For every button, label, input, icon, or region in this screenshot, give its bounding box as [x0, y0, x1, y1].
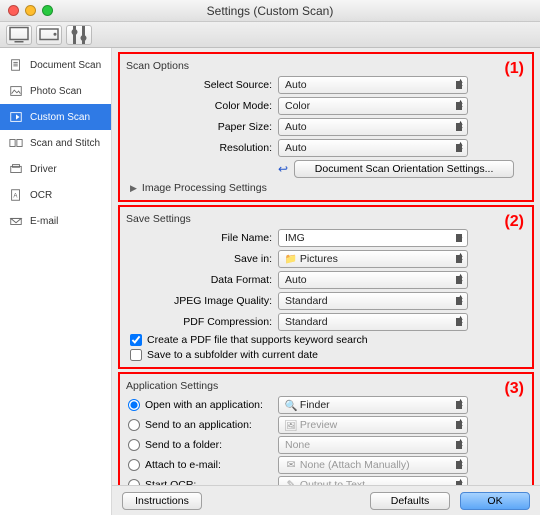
- sidebar-item-ocr[interactable]: A OCR: [0, 182, 111, 208]
- email-icon: [8, 214, 24, 228]
- sidebar-item-document-scan[interactable]: Document Scan: [0, 52, 111, 78]
- titlebar: Settings (Custom Scan): [0, 0, 540, 22]
- preview-icon: 🖼: [285, 419, 297, 431]
- toolbar-scan-from-panel-tab[interactable]: [36, 25, 62, 45]
- subfolder-checkbox[interactable]: [130, 349, 142, 361]
- color-mode-popup[interactable]: Color: [278, 97, 468, 115]
- footer: Instructions Defaults OK: [112, 485, 540, 515]
- attach-email-label: Attach to e-mail:: [145, 459, 221, 471]
- open-with-radio[interactable]: [128, 399, 140, 411]
- send-to-app-popup[interactable]: 🖼 Preview: [278, 416, 468, 434]
- defaults-button[interactable]: Defaults: [370, 492, 450, 510]
- sidebar-item-scan-and-stitch[interactable]: Scan and Stitch: [0, 130, 111, 156]
- sidebar-item-photo-scan[interactable]: Photo Scan: [0, 78, 111, 104]
- file-name-label: File Name:: [126, 232, 278, 244]
- save-settings-title: Save Settings: [126, 213, 526, 225]
- resolution-label: Resolution:: [126, 142, 278, 154]
- select-source-label: Select Source:: [126, 79, 278, 91]
- select-source-popup[interactable]: Auto: [278, 76, 468, 94]
- send-to-folder-popup[interactable]: None: [278, 436, 468, 454]
- custom-icon: [8, 110, 24, 124]
- ok-button[interactable]: OK: [460, 492, 530, 510]
- sidebar-item-custom-scan[interactable]: Custom Scan: [0, 104, 111, 130]
- toolbar-scan-from-computer-tab[interactable]: [6, 25, 32, 45]
- open-with-popup[interactable]: 🔍 Finder: [278, 396, 468, 414]
- send-to-folder-radio[interactable]: [128, 439, 140, 451]
- window-title: Settings (Custom Scan): [0, 4, 540, 18]
- paper-size-popup[interactable]: Auto: [278, 118, 468, 136]
- window-close-button[interactable]: [8, 5, 19, 16]
- stitch-icon: [8, 136, 24, 150]
- jpeg-quality-label: JPEG Image Quality:: [126, 295, 278, 307]
- content-area: (1) Scan Options Select Source: Auto Col…: [112, 48, 540, 515]
- attach-email-radio[interactable]: [128, 459, 140, 471]
- driver-icon: [8, 162, 24, 176]
- open-with-label: Open with an application:: [145, 399, 263, 411]
- send-to-app-radio[interactable]: [128, 419, 140, 431]
- sidebar-item-label: Photo Scan: [30, 86, 82, 97]
- send-to-app-label: Send to an application:: [145, 419, 252, 431]
- sidebar-item-label: Custom Scan: [30, 112, 90, 123]
- section-number-2: (2): [504, 213, 524, 231]
- disclosure-triangle-icon: ▶: [130, 183, 137, 194]
- save-settings-group: (2) Save Settings File Name: IMG▼ Save i…: [118, 205, 534, 369]
- document-icon: [8, 58, 24, 72]
- window-zoom-button[interactable]: [42, 5, 53, 16]
- sidebar: Document Scan Photo Scan Custom Scan Sca…: [0, 48, 112, 515]
- send-to-folder-label: Send to a folder:: [145, 439, 222, 451]
- sidebar-item-label: Driver: [30, 164, 57, 175]
- subfolder-label: Save to a subfolder with current date: [147, 349, 318, 361]
- jpeg-quality-popup[interactable]: Standard: [278, 292, 468, 310]
- scan-options-title: Scan Options: [126, 60, 526, 72]
- resolution-popup[interactable]: Auto: [278, 139, 468, 157]
- instructions-button[interactable]: Instructions: [122, 492, 202, 510]
- ocr-icon: A: [8, 188, 24, 202]
- color-mode-label: Color Mode:: [126, 100, 278, 112]
- sidebar-item-label: Document Scan: [30, 60, 101, 71]
- scan-options-group: (1) Scan Options Select Source: Auto Col…: [118, 52, 534, 202]
- svg-text:A: A: [13, 193, 18, 200]
- photo-icon: [8, 84, 24, 98]
- file-name-combo[interactable]: IMG▼: [278, 229, 468, 247]
- section-number-3: (3): [504, 380, 524, 398]
- application-settings-title: Application Settings: [126, 380, 526, 392]
- save-in-label: Save in:: [126, 253, 278, 265]
- reset-icon[interactable]: ↩: [278, 162, 288, 176]
- pdf-compression-label: PDF Compression:: [126, 316, 278, 328]
- folder-icon: 📁: [285, 253, 297, 265]
- sidebar-item-label: Scan and Stitch: [30, 138, 100, 149]
- finder-icon: 🔍: [285, 399, 297, 411]
- pdf-keyword-label: Create a PDF file that supports keyword …: [147, 334, 368, 346]
- data-format-popup[interactable]: Auto: [278, 271, 468, 289]
- attach-email-popup[interactable]: ✉ None (Attach Manually): [278, 456, 468, 474]
- image-processing-settings-disclosure[interactable]: ▶ Image Processing Settings: [130, 182, 526, 194]
- mail-icon: ✉: [285, 459, 297, 471]
- sidebar-item-email[interactable]: E-mail: [0, 208, 111, 234]
- toolbar-general-tab[interactable]: [66, 25, 92, 45]
- document-scan-orientation-button[interactable]: Document Scan Orientation Settings...: [294, 160, 514, 178]
- sidebar-item-driver[interactable]: Driver: [0, 156, 111, 182]
- save-in-popup[interactable]: 📁 Pictures: [278, 250, 468, 268]
- data-format-label: Data Format:: [126, 274, 278, 286]
- window-minimize-button[interactable]: [25, 5, 36, 16]
- sidebar-item-label: OCR: [30, 190, 52, 201]
- sidebar-item-label: E-mail: [30, 216, 58, 227]
- paper-size-label: Paper Size:: [126, 121, 278, 133]
- toolbar: [0, 22, 540, 48]
- pdf-compression-popup[interactable]: Standard: [278, 313, 468, 331]
- pdf-keyword-checkbox[interactable]: [130, 334, 142, 346]
- section-number-1: (1): [504, 60, 524, 78]
